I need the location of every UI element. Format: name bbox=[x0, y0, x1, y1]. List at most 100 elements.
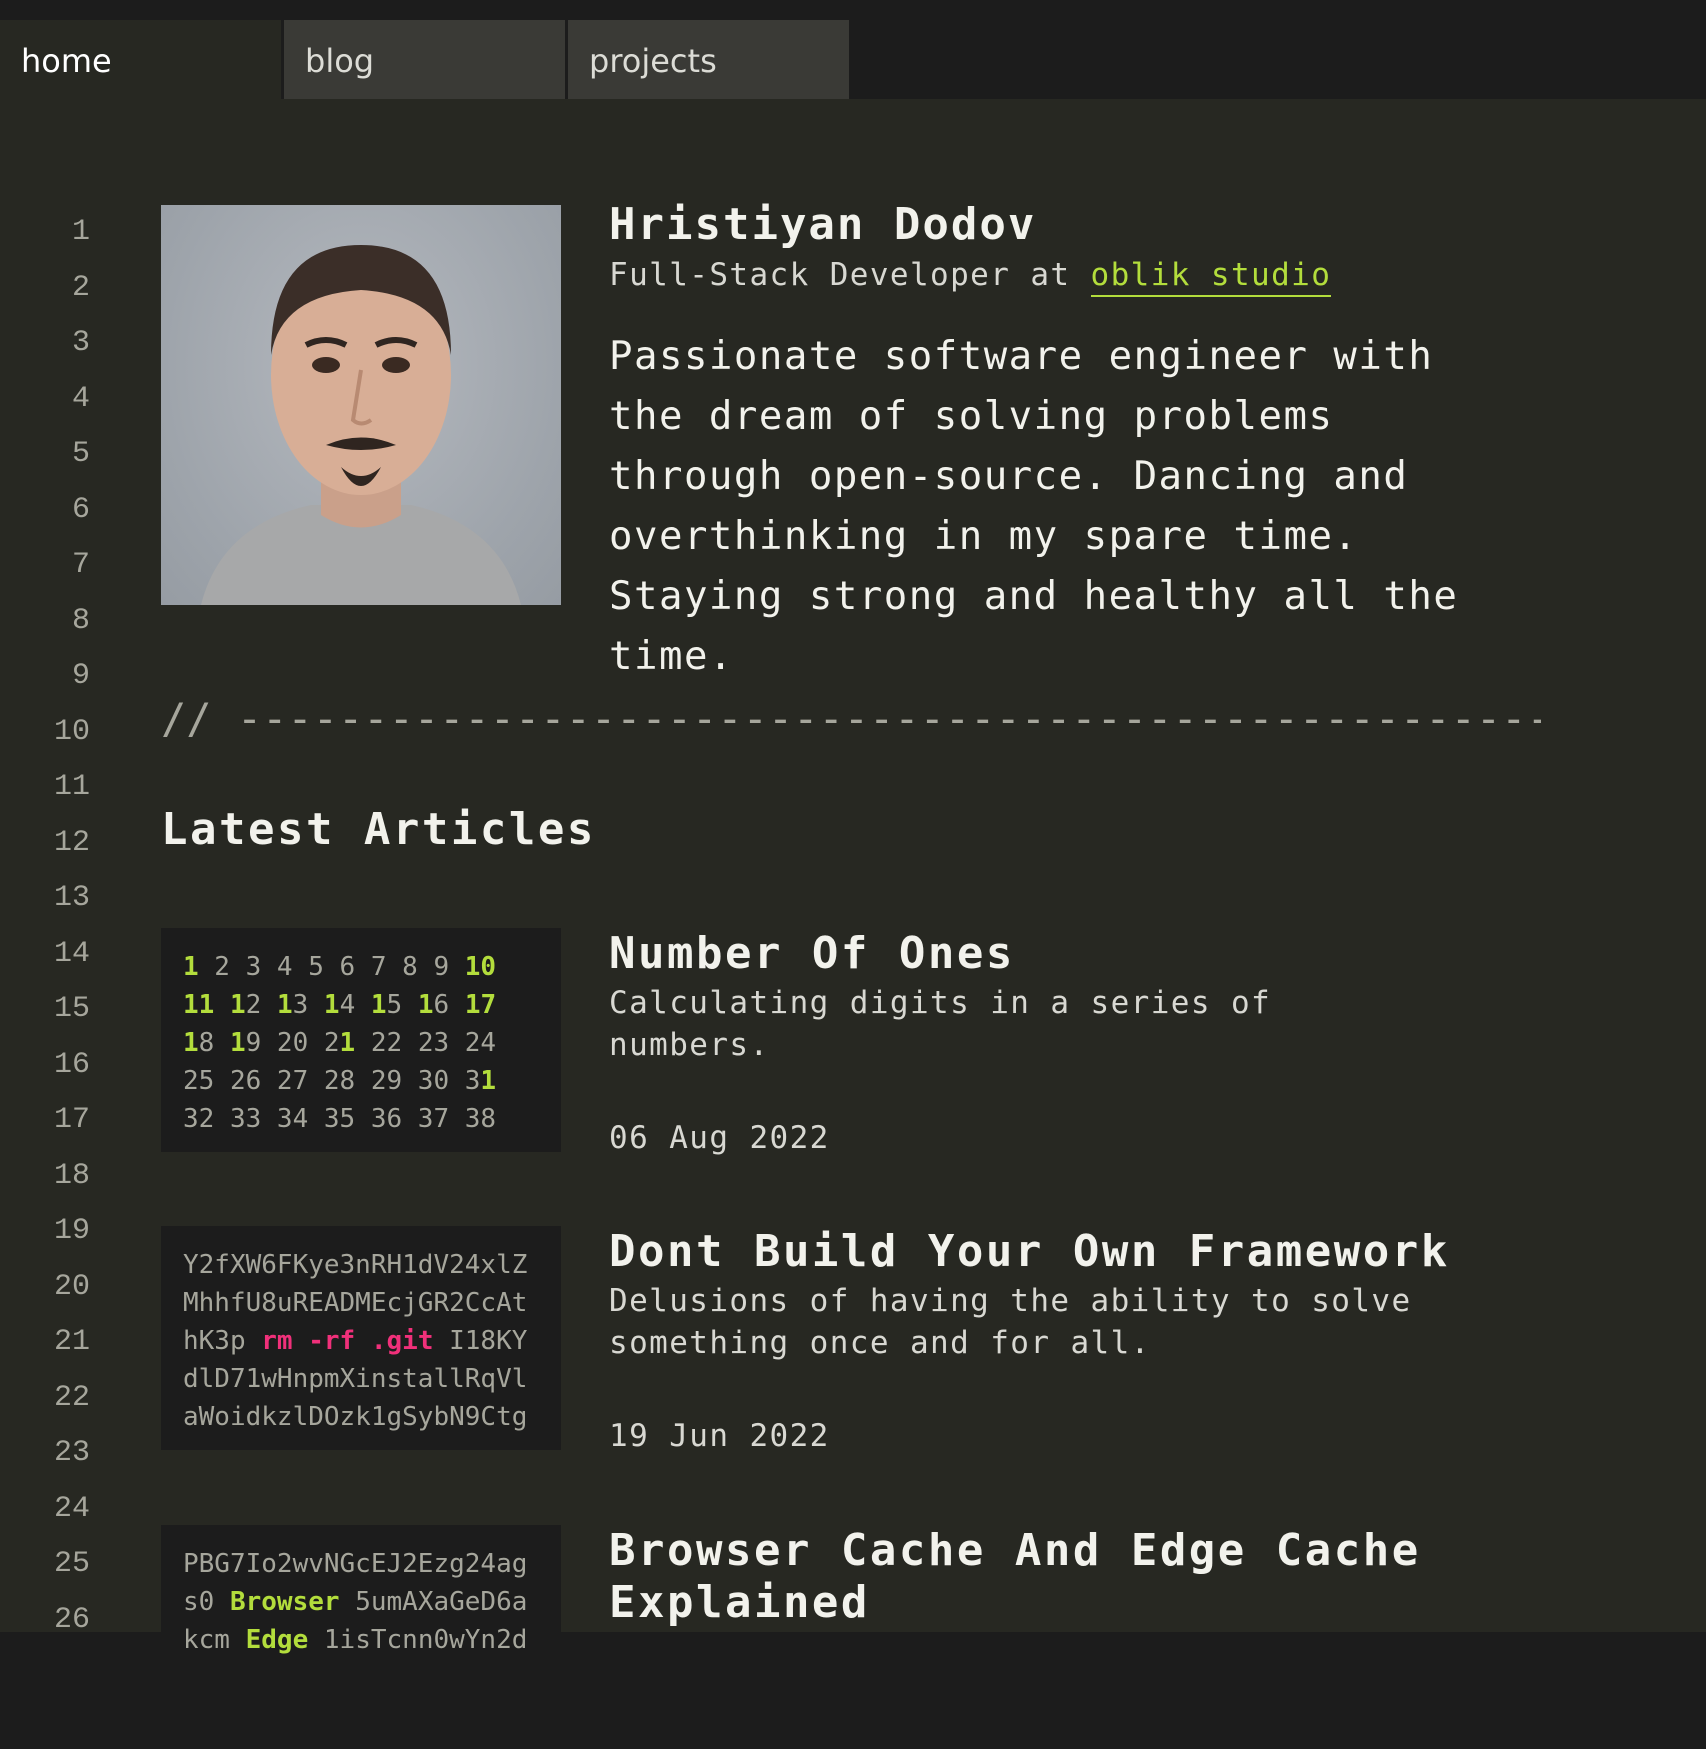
article-thumbnail: Y2fXW6FKye3nRH1dV24xlZ MhhfU8uREADMEcjGR2… bbox=[161, 1226, 561, 1450]
thumbnail-token: 5umAXaGeD6a bbox=[339, 1587, 528, 1617]
line-number: 20 bbox=[53, 1269, 90, 1304]
line-number: 7 bbox=[71, 548, 90, 582]
line-number: 26 bbox=[53, 1602, 90, 1637]
thumbnail-code-line: s0 Browser 5umAXaGeD6a bbox=[183, 1583, 561, 1621]
thumbnail-token: 1 bbox=[370, 990, 387, 1020]
article-body: Browser Cache And Edge Cache Explained bbox=[609, 1525, 1509, 1629]
thumbnail-token: 9 20 2 bbox=[245, 1028, 340, 1058]
editor-pane: 1 2 3 4 5 6 7 8 9 10 11 12 13 14 15 16 17 18 19 20 21 22 23 24 2… bbox=[0, 99, 1706, 1749]
thumbnail-token: s0 bbox=[183, 1587, 230, 1617]
thumbnail-code-line: 11 12 13 14 15 16 17 bbox=[183, 986, 561, 1024]
thumbnail-token: 1 bbox=[323, 990, 340, 1020]
line-number: 3 bbox=[71, 326, 90, 360]
thumbnail-token: I18KY bbox=[433, 1326, 528, 1356]
thumbnail-token: 1 bbox=[183, 1028, 199, 1058]
thumbnail-token: 11 bbox=[183, 990, 215, 1020]
thumbnail-token: 1 bbox=[417, 990, 434, 1020]
line-number: 24 bbox=[53, 1491, 90, 1526]
profile-role-prefix: Full-Stack Developer at bbox=[609, 257, 1091, 293]
thumbnail-code-line: dlD71wHnpmXinstallRqVl bbox=[183, 1360, 561, 1398]
article-body: Number Of Ones Calculating digits in a s… bbox=[609, 928, 1509, 1066]
latest-articles-heading: Latest Articles bbox=[161, 804, 596, 855]
line-number: 12 bbox=[53, 825, 90, 860]
article-thumbnail: 1 2 3 4 5 6 7 8 9 10 11 12 13 14 15 16 17… bbox=[161, 928, 561, 1152]
profile-bio: Passionate software engineer with the dr… bbox=[609, 334, 1459, 679]
article-description: Delusions of having the ability to solve… bbox=[609, 1283, 1412, 1361]
thumbnail-token: 1 bbox=[276, 990, 293, 1020]
thumbnail-token: PBG7Io2wvNGcEJ2Ezg24ag bbox=[183, 1549, 528, 1579]
article-date: 06 Aug 2022 bbox=[609, 1120, 830, 1156]
thumbnail-token: MhhfU8uREADMEcjGR2CcAt bbox=[183, 1288, 528, 1318]
tab-home[interactable]: home bbox=[0, 20, 281, 99]
thumbnail-token: kcm bbox=[183, 1625, 246, 1655]
article-body: Dont Build Your Own Framework Delusions … bbox=[609, 1226, 1509, 1364]
thumbnail-token: 1 bbox=[339, 1028, 356, 1058]
article-thumbnail: PBG7Io2wvNGcEJ2Ezg24ag s0 Browser 5umAXaG… bbox=[161, 1525, 561, 1749]
thumbnail-token: 6 bbox=[433, 990, 465, 1020]
article-title[interactable]: Number Of Ones bbox=[609, 928, 1509, 980]
line-number: 2 bbox=[71, 270, 90, 305]
thumbnail-token: 1 bbox=[464, 990, 481, 1020]
profile-header: Hristiyan Dodov Full-Stack Developer at … bbox=[609, 199, 1609, 687]
thumbnail-token: 1 bbox=[229, 990, 246, 1020]
tab-bar: home blog projects bbox=[0, 0, 1706, 99]
thumbnail-token: 8 bbox=[198, 1028, 230, 1058]
company-link[interactable]: oblik studio bbox=[1090, 257, 1332, 297]
profile-photo-illustration bbox=[201, 245, 521, 605]
thumbnail-token: 4 bbox=[339, 990, 371, 1020]
thumbnail-token: 5 bbox=[386, 990, 418, 1020]
line-number: 9 bbox=[71, 659, 90, 693]
thumbnail-token: rm -rf .git bbox=[261, 1326, 434, 1356]
article-title[interactable]: Browser Cache And Edge Cache Explained bbox=[609, 1525, 1509, 1629]
article-title[interactable]: Dont Build Your Own Framework bbox=[609, 1226, 1509, 1278]
thumbnail-token: 1 bbox=[464, 952, 481, 982]
thumbnail-token: dlD71wHnpmXinstallRqVl bbox=[183, 1364, 528, 1394]
thumbnail-token: 0 bbox=[480, 952, 497, 982]
line-number: 22 bbox=[53, 1380, 90, 1415]
thumbnail-token: 3 bbox=[292, 990, 324, 1020]
line-number: 15 bbox=[53, 992, 90, 1026]
thumbnail-token bbox=[214, 990, 230, 1020]
line-number: 14 bbox=[53, 936, 90, 971]
thumbnail-token: 32 33 34 35 36 37 38 bbox=[183, 1104, 497, 1134]
thumbnail-code-line: 32 33 34 35 36 37 38 bbox=[183, 1100, 561, 1138]
thumbnail-token: Browser bbox=[229, 1587, 340, 1617]
thumbnail-code-line: 25 26 27 28 29 30 31 bbox=[183, 1062, 561, 1100]
profile-name: Hristiyan Dodov bbox=[609, 199, 1037, 250]
line-number-gutter: 1 2 3 4 5 6 7 8 9 10 11 12 13 14 15 16 17 18 19 20 21 22 23 24 2… bbox=[0, 99, 100, 1637]
tab-projects[interactable]: projects bbox=[568, 20, 849, 99]
line-number: 23 bbox=[53, 1436, 90, 1470]
thumbnail-token: 1 bbox=[229, 1028, 246, 1058]
thumbnail-token: 2 bbox=[245, 990, 277, 1020]
line-number: 25 bbox=[53, 1547, 90, 1581]
thumbnail-code-line: hK3p rm -rf .git I18KY bbox=[183, 1322, 561, 1360]
line-number: 21 bbox=[53, 1325, 90, 1359]
line-number: 16 bbox=[53, 1047, 90, 1082]
line-number: 8 bbox=[71, 603, 90, 638]
thumbnail-code-line: aWoidkzlDOzk1gSybN9Ctg bbox=[183, 1398, 561, 1436]
thumbnail-code-line: 18 19 20 21 22 23 24 bbox=[183, 1024, 561, 1062]
thumbnail-token: 7 bbox=[480, 990, 497, 1020]
line-number: 1 bbox=[71, 215, 90, 249]
thumbnail-code-line: 1 2 3 4 5 6 7 8 9 10 bbox=[183, 948, 561, 986]
thumbnail-token: Edge bbox=[245, 1625, 309, 1655]
thumbnail-code-line: Y2fXW6FKye3nRH1dV24xlZ bbox=[183, 1246, 561, 1284]
profile-role: Full-Stack Developer at oblik studio bbox=[609, 255, 1609, 297]
line-number: 11 bbox=[53, 770, 90, 804]
thumbnail-code-line: PBG7Io2wvNGcEJ2Ezg24ag bbox=[183, 1545, 561, 1583]
thumbnail-token: 1 bbox=[480, 1066, 497, 1096]
line-number: 5 bbox=[71, 437, 90, 471]
thumbnail-token: Y2fXW6FKye3nRH1dV24xlZ bbox=[183, 1250, 528, 1280]
article-date: 19 Jun 2022 bbox=[609, 1418, 830, 1454]
line-number: 10 bbox=[53, 714, 90, 749]
thumbnail-token: 25 26 27 28 29 30 3 bbox=[183, 1066, 481, 1096]
thumbnail-token: 22 23 24 bbox=[355, 1028, 497, 1058]
line-number: 13 bbox=[53, 881, 90, 915]
article-description: Calculating digits in a series of number… bbox=[609, 985, 1272, 1063]
section-divider: // -------------------------------------… bbox=[161, 694, 1541, 743]
line-number: 6 bbox=[71, 492, 90, 527]
line-number: 19 bbox=[53, 1214, 90, 1248]
thumbnail-token: hK3p bbox=[183, 1326, 262, 1356]
line-number: 4 bbox=[71, 381, 90, 416]
tab-blog[interactable]: blog bbox=[284, 20, 565, 99]
